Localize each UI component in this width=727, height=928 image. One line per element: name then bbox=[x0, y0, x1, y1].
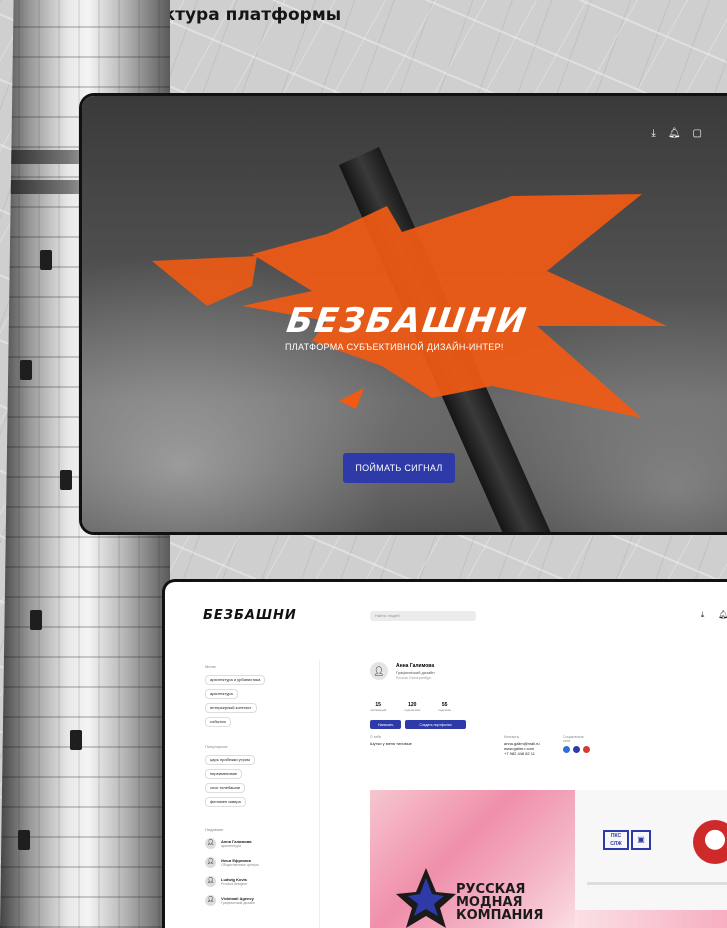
search-input[interactable]: Найти людей bbox=[370, 611, 476, 621]
write-button[interactable]: Написать bbox=[370, 720, 402, 729]
brand-mark-icon: ▣ bbox=[631, 830, 651, 850]
about-block: О себе Шутки у меня типовые bbox=[370, 735, 412, 746]
profile-avatar: 👤︎ bbox=[370, 662, 388, 680]
user-list-item[interactable]: 👤︎ Анна Галимова архитектура bbox=[205, 838, 259, 849]
portfolio-item[interactable] bbox=[575, 910, 727, 928]
contacts-block: Контакты anna.galim@mail.ru www.galim.r.… bbox=[504, 735, 540, 756]
chat-icon[interactable]: ▢ bbox=[693, 128, 702, 139]
sidebar-users: Недавние 👤︎ Анна Галимова архитектура 👤︎ … bbox=[205, 827, 259, 906]
sidebar-divider bbox=[319, 660, 320, 928]
profile-stats: 15 публикаций 120 подписчики 55 подписки bbox=[370, 702, 451, 712]
stat-following[interactable]: 55 подписки bbox=[438, 702, 451, 712]
create-portfolio-button[interactable]: Создать портфолио bbox=[405, 720, 466, 729]
profile-role: Графический дизайн bbox=[396, 670, 435, 675]
avatar: 👤︎ bbox=[205, 876, 216, 887]
social-block: Социальные сети bbox=[563, 735, 590, 753]
hero-logo: БЕЗБАШНИ bbox=[284, 301, 531, 341]
stat-followers[interactable]: 120 подписчики bbox=[404, 702, 420, 712]
hero-toolbar: ⤓ 🔔︎ ▢ bbox=[651, 128, 702, 139]
sidebar-popular: Популярное царь пробежки утром переимено… bbox=[205, 744, 255, 811]
user-list-item[interactable]: 👤︎ Ludwig Kovis Product designer bbox=[205, 876, 259, 887]
dashboard-logo[interactable]: БЕЗБАШНИ bbox=[203, 608, 297, 623]
dashboard-screen: БЕЗБАШНИ Найти людей ⤓ 🔔︎ ▢ Меню архитек… bbox=[165, 582, 727, 928]
profile-name: Анна Галимова bbox=[396, 663, 435, 669]
catch-signal-button[interactable]: ПОЙМАТЬ СИГНАЛ bbox=[343, 453, 455, 483]
download-icon[interactable]: ⤓ bbox=[651, 128, 655, 139]
popular-item[interactable]: переименован bbox=[205, 769, 242, 779]
stat-publications[interactable]: 15 публикаций bbox=[370, 702, 386, 712]
bell-icon[interactable]: 🔔︎ bbox=[668, 128, 681, 139]
popular-item[interactable]: феномен сквера bbox=[205, 797, 246, 807]
profile-actions: Написать Создать портфолио bbox=[370, 720, 466, 729]
profile-location: Россия, Екатеринбург bbox=[396, 676, 432, 680]
user-list-item[interactable]: 👤︎ Илья Ефремов Общественные центры bbox=[205, 857, 259, 868]
menu-item[interactable]: архитектура и урбанистика bbox=[205, 675, 266, 685]
avatar: 👤︎ bbox=[205, 838, 216, 849]
popular-item[interactable]: снос телебашни bbox=[205, 783, 246, 793]
avatar: 👤︎ bbox=[205, 895, 216, 906]
hero-screen: ⤓ 🔔︎ ▢ БЕЗБАШНИ ПЛАТФОРМА СУБЪЕКТИВНОЙ Д… bbox=[82, 96, 727, 532]
caption-line bbox=[587, 882, 727, 885]
portrait-logo bbox=[693, 820, 727, 864]
sidebar-menu: Меню архитектура и урбанистика архитекту… bbox=[205, 664, 266, 731]
hero-tagline: ПЛАТФОРМА СУБЪЕКТИВНОЙ ДИЗАЙН-ИНТЕР! bbox=[285, 342, 504, 352]
portfolio-item[interactable]: ПКС СЛЖ ▣ bbox=[575, 790, 727, 910]
avatar: 👤︎ bbox=[205, 857, 216, 868]
popular-item[interactable]: царь пробежки утром bbox=[205, 755, 255, 765]
portfolio-item[interactable]: РУССКАЯ МОДНАЯ КОМПАНИЯ bbox=[370, 790, 575, 928]
star-logo-graphic bbox=[396, 868, 456, 928]
menu-item[interactable]: архитектура bbox=[205, 689, 238, 699]
brand-mark: ПКС СЛЖ bbox=[603, 830, 629, 850]
menu-item[interactable]: события bbox=[205, 717, 231, 727]
menu-item[interactable]: интерьерный контекст bbox=[205, 703, 257, 713]
bell-icon[interactable]: 🔔︎ bbox=[718, 610, 727, 620]
brand-title: РУССКАЯ МОДНАЯ КОМПАНИЯ bbox=[456, 882, 544, 923]
dashboard-toolbar: ⤓ 🔔︎ ▢ bbox=[701, 610, 727, 620]
user-list-item[interactable]: 👤︎ Vividmail Agency Графический дизайн bbox=[205, 895, 259, 906]
facebook-icon[interactable] bbox=[573, 746, 580, 753]
pinterest-icon[interactable] bbox=[583, 746, 590, 753]
phone-text: +7 982 448 82 11 bbox=[504, 751, 535, 756]
vk-icon[interactable] bbox=[563, 746, 570, 753]
download-icon[interactable]: ⤓ bbox=[701, 610, 705, 620]
